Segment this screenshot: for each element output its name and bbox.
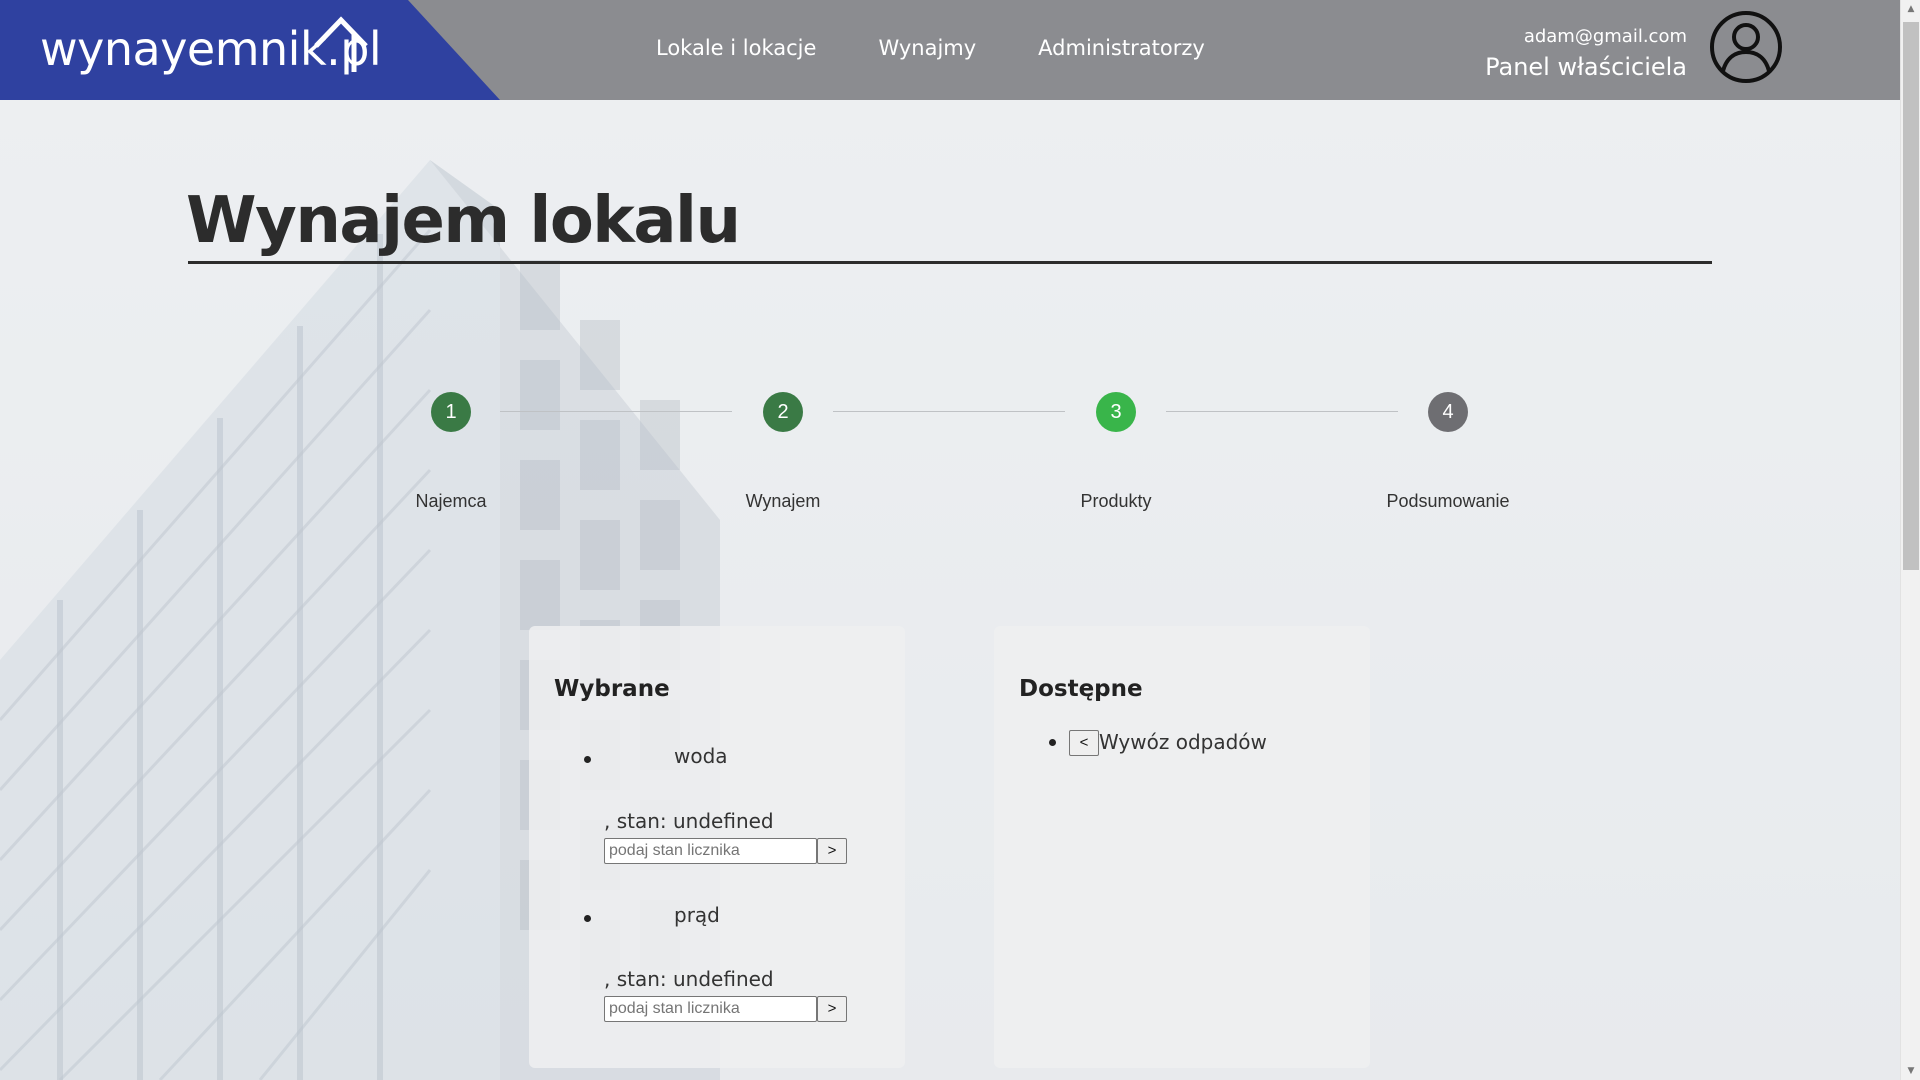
page-scrollbar[interactable]: ▲ ▼ bbox=[1900, 0, 1920, 1080]
scroll-thumb[interactable] bbox=[1903, 22, 1919, 570]
step-2-circle[interactable]: 2 bbox=[763, 392, 803, 432]
step-connector bbox=[833, 411, 1065, 412]
house-roof-icon bbox=[314, 16, 368, 72]
selected-item-state: , stan: undefined bbox=[604, 809, 774, 833]
selected-title: Wybrane bbox=[554, 676, 670, 702]
available-products-card: Dostępne < Wywóz odpadów bbox=[994, 626, 1370, 1068]
user-info: adam@gmail.com Panel właściciela bbox=[1485, 26, 1687, 81]
title-divider bbox=[188, 261, 1712, 264]
selected-item-state: , stan: undefined bbox=[604, 967, 774, 991]
add-product-button[interactable]: < bbox=[1069, 730, 1099, 756]
meter-reading-input[interactable] bbox=[604, 838, 817, 864]
nav-administratorzy[interactable]: Administratorzy bbox=[1038, 36, 1205, 60]
selected-item-name: woda bbox=[674, 744, 728, 768]
nav-lokale[interactable]: Lokale i lokacje bbox=[656, 36, 816, 60]
list-bullet bbox=[584, 915, 591, 922]
top-navbar: wynayemnik.pl Lokale i lokacje Wynajmy A… bbox=[0, 0, 1900, 100]
selected-products-card: Wybrane woda , stan: undefined > prąd , … bbox=[529, 626, 905, 1068]
selected-item-name: prąd bbox=[674, 903, 720, 927]
meter-reading-input[interactable] bbox=[604, 996, 817, 1022]
remove-product-button[interactable]: > bbox=[817, 996, 847, 1022]
step-1-label: Najemca bbox=[415, 491, 487, 511]
step-4-circle[interactable]: 4 bbox=[1428, 392, 1468, 432]
available-item-name: Wywóz odpadów bbox=[1099, 730, 1267, 754]
main-nav: Lokale i lokacje Wynajmy Administratorzy bbox=[656, 36, 1205, 60]
user-email: adam@gmail.com bbox=[1523, 26, 1687, 47]
list-bullet bbox=[584, 756, 591, 763]
logo-area[interactable]: wynayemnik.pl bbox=[0, 0, 500, 100]
scroll-down-icon[interactable]: ▼ bbox=[1901, 1062, 1920, 1080]
step-3-circle[interactable]: 3 bbox=[1096, 392, 1136, 432]
scroll-up-icon[interactable]: ▲ bbox=[1901, 0, 1920, 18]
step-connector bbox=[1166, 411, 1398, 412]
user-circle-icon[interactable] bbox=[1709, 10, 1783, 84]
owner-panel-link[interactable]: Panel właściciela bbox=[1485, 53, 1687, 81]
available-title: Dostępne bbox=[1019, 676, 1143, 702]
nav-wynajmy[interactable]: Wynajmy bbox=[878, 36, 976, 60]
step-2-label: Wynajem bbox=[745, 491, 821, 511]
step-connector bbox=[500, 411, 732, 412]
page-title: Wynajem lokalu bbox=[186, 184, 741, 258]
step-1-circle[interactable]: 1 bbox=[431, 392, 471, 432]
remove-product-button[interactable]: > bbox=[817, 838, 847, 864]
step-4-label: Podsumowanie bbox=[1386, 491, 1510, 511]
list-bullet bbox=[1049, 739, 1056, 746]
step-3-label: Produkty bbox=[1080, 491, 1152, 511]
